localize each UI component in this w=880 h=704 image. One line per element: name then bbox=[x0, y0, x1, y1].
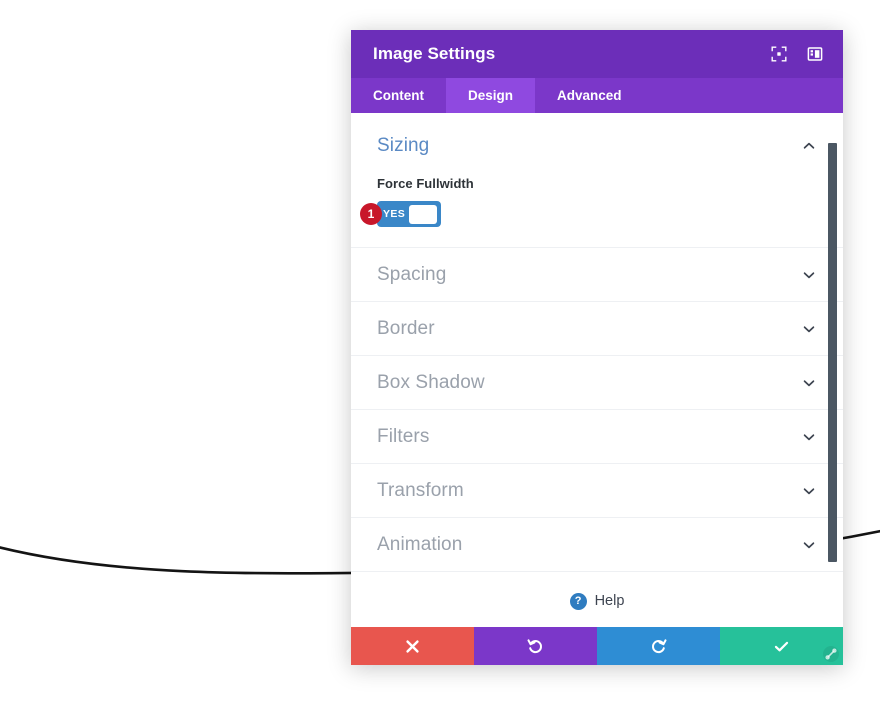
section-row-animation[interactable]: Animation bbox=[351, 518, 843, 572]
toggle-knob[interactable] bbox=[409, 204, 438, 224]
section-row-title: Box Shadow bbox=[377, 371, 485, 393]
chevron-down-icon[interactable] bbox=[801, 429, 817, 445]
section-sizing: Sizing Force Fullwidth 1 YES bbox=[351, 113, 843, 248]
chevron-down-icon[interactable] bbox=[801, 537, 817, 553]
section-row-spacing[interactable]: Spacing bbox=[351, 248, 843, 302]
scrollbar-track[interactable] bbox=[828, 113, 840, 627]
section-row-box-shadow[interactable]: Box Shadow bbox=[351, 356, 843, 410]
scrollbar-thumb[interactable] bbox=[828, 143, 837, 562]
modal-footer bbox=[351, 627, 843, 665]
section-row-title: Animation bbox=[377, 533, 463, 555]
header-icon-group bbox=[769, 44, 825, 64]
fullscreen-icon[interactable] bbox=[769, 44, 789, 64]
force-fullwidth-toggle-wrap: 1 YES bbox=[360, 201, 441, 227]
modal-title: Image Settings bbox=[373, 44, 496, 63]
modal-tab-bar: Content Design Advanced bbox=[351, 78, 843, 113]
chevron-up-icon[interactable] bbox=[801, 138, 817, 154]
tab-design[interactable]: Design bbox=[446, 78, 536, 113]
step-badge-1: 1 bbox=[360, 203, 382, 225]
tab-content[interactable]: Content bbox=[351, 78, 446, 113]
section-row-transform[interactable]: Transform bbox=[351, 464, 843, 518]
screen-root: Image Settings Content Design Advanced S… bbox=[0, 0, 880, 704]
chevron-down-icon[interactable] bbox=[801, 483, 817, 499]
section-row-title: Spacing bbox=[377, 263, 447, 285]
layout-panel-icon[interactable] bbox=[805, 44, 825, 64]
undo-button[interactable] bbox=[474, 627, 597, 665]
section-row-title: Border bbox=[377, 317, 435, 339]
redo-button[interactable] bbox=[597, 627, 720, 665]
cancel-button[interactable] bbox=[351, 627, 474, 665]
help-label: Help bbox=[594, 593, 625, 609]
chevron-down-icon[interactable] bbox=[801, 375, 817, 391]
resize-handle[interactable] bbox=[821, 644, 841, 664]
force-fullwidth-toggle[interactable]: YES bbox=[377, 201, 441, 227]
tab-advanced[interactable]: Advanced bbox=[535, 78, 644, 113]
section-row-title: Transform bbox=[377, 479, 464, 501]
image-settings-modal: Image Settings Content Design Advanced S… bbox=[351, 30, 843, 665]
toggle-value-label: YES bbox=[383, 207, 406, 220]
section-row-title: Filters bbox=[377, 425, 430, 447]
modal-header: Image Settings bbox=[351, 30, 843, 78]
section-sizing-title: Sizing bbox=[377, 135, 430, 156]
section-sizing-header[interactable]: Sizing bbox=[377, 135, 817, 157]
section-row-border[interactable]: Border bbox=[351, 302, 843, 356]
chevron-down-icon[interactable] bbox=[801, 267, 817, 283]
chevron-down-icon[interactable] bbox=[801, 321, 817, 337]
help-question-icon: ? bbox=[569, 592, 587, 610]
section-row-filters[interactable]: Filters bbox=[351, 410, 843, 464]
help-link[interactable]: ? Help bbox=[351, 572, 843, 627]
modal-body-scroll-area: Sizing Force Fullwidth 1 YES Spacing Bor… bbox=[351, 113, 843, 627]
force-fullwidth-label: Force Fullwidth bbox=[377, 176, 474, 191]
